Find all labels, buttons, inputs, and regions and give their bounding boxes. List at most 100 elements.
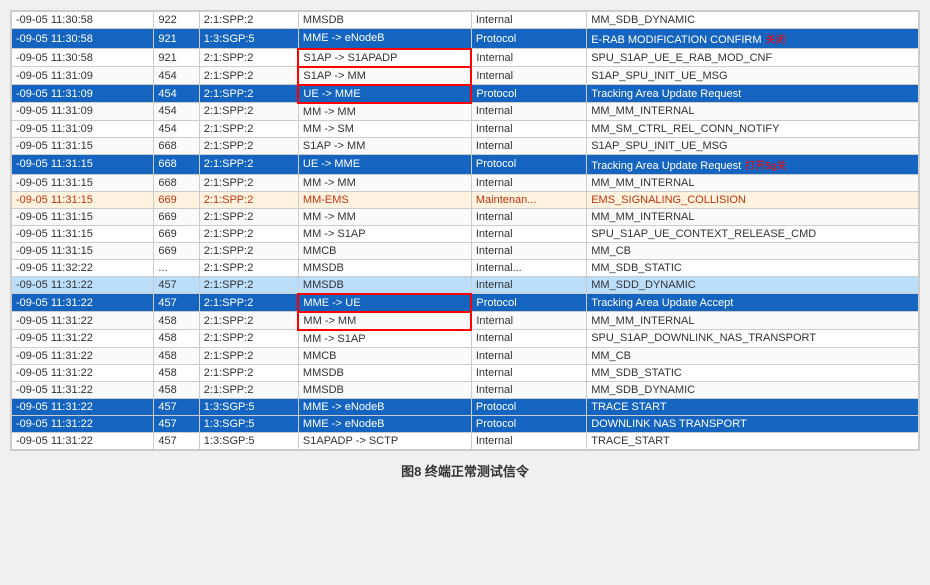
table-row: -09-05 11:31:224582:1:SPP:2MMSDBInternal… xyxy=(12,381,919,398)
cell-node: 2:1:SPP:2 xyxy=(199,208,298,225)
cell-from: S1AP -> MM xyxy=(298,137,471,154)
table-row: -09-05 11:30:589212:1:SPP:2S1AP -> S1APA… xyxy=(12,49,919,67)
cell-type: Internal xyxy=(471,103,586,121)
cell-from: MM -> SM xyxy=(298,120,471,137)
cell-from: MMSDB xyxy=(298,381,471,398)
cell-from: MMSDB xyxy=(298,364,471,381)
cell-node: 2:1:SPP:2 xyxy=(199,276,298,294)
cell-type: Protocol xyxy=(471,415,586,432)
table-row: -09-05 11:31:094542:1:SPP:2MM -> SMInter… xyxy=(12,120,919,137)
cell-time: -09-05 11:31:22 xyxy=(12,364,154,381)
cell-msg: MM_MM_INTERNAL xyxy=(587,208,919,225)
table-row: -09-05 11:31:156692:1:SPP:2MMCBInternalM… xyxy=(12,242,919,259)
table-row: -09-05 11:31:094542:1:SPP:2UE -> MMEProt… xyxy=(12,85,919,103)
cell-id: 454 xyxy=(154,103,199,121)
cell-id: 458 xyxy=(154,381,199,398)
table-row: -09-05 11:31:224582:1:SPP:2MMSDBInternal… xyxy=(12,364,919,381)
table-row: -09-05 11:31:156692:1:SPP:2MM-EMSMainten… xyxy=(12,191,919,208)
cell-msg: TRACE_START xyxy=(587,432,919,449)
cell-node: 2:1:SPP:2 xyxy=(199,225,298,242)
cell-from: S1AP -> MM xyxy=(298,67,471,85)
cell-msg: SPU_S1AP_UE_CONTEXT_RELEASE_CMD xyxy=(587,225,919,242)
table-row: -09-05 11:31:224571:3:SGP:5MME -> eNodeB… xyxy=(12,415,919,432)
cell-type: Internal xyxy=(471,49,586,67)
cell-type: Internal xyxy=(471,67,586,85)
cell-id: 668 xyxy=(154,137,199,154)
cell-id: 669 xyxy=(154,208,199,225)
cell-id: 921 xyxy=(154,29,199,49)
cell-from: S1AP -> S1APADP xyxy=(298,49,471,67)
cell-msg: MM_CB xyxy=(587,242,919,259)
table-row: -09-05 11:31:094542:1:SPP:2MM -> MMInter… xyxy=(12,103,919,121)
cell-time: -09-05 11:31:15 xyxy=(12,137,154,154)
cell-from: MM -> S1AP xyxy=(298,330,471,348)
cell-node: 2:1:SPP:2 xyxy=(199,67,298,85)
cell-type: Internal xyxy=(471,12,586,29)
cell-id: 669 xyxy=(154,191,199,208)
cell-type: Maintenan... xyxy=(471,191,586,208)
cell-type: Protocol xyxy=(471,294,586,312)
cell-from: MMSDB xyxy=(298,259,471,276)
cell-node: 2:1:SPP:2 xyxy=(199,364,298,381)
cell-msg: MM_MM_INTERNAL xyxy=(587,312,919,330)
cell-id: 922 xyxy=(154,12,199,29)
cell-id: 458 xyxy=(154,364,199,381)
cell-time: -09-05 11:31:22 xyxy=(12,347,154,364)
cell-type: Internal xyxy=(471,330,586,348)
cell-id: 458 xyxy=(154,330,199,348)
cell-time: -09-05 11:31:22 xyxy=(12,294,154,312)
table-row: -09-05 11:31:224582:1:SPP:2MM -> S1APInt… xyxy=(12,330,919,348)
cell-msg: TRACE START xyxy=(587,398,919,415)
cell-node: 2:1:SPP:2 xyxy=(199,12,298,29)
cell-id: 458 xyxy=(154,312,199,330)
table-row: -09-05 11:31:224572:1:SPP:2MME -> UEProt… xyxy=(12,294,919,312)
cell-node: 2:1:SPP:2 xyxy=(199,347,298,364)
cell-type: Internal xyxy=(471,208,586,225)
table-row: -09-05 11:30:589211:3:SGP:5MME -> eNodeB… xyxy=(12,29,919,49)
cell-msg: EMS_SIGNALING_COLLISION xyxy=(587,191,919,208)
cell-node: 1:3:SGP:5 xyxy=(199,398,298,415)
cell-node: 2:1:SPP:2 xyxy=(199,174,298,191)
cell-msg: MM_SDB_DYNAMIC xyxy=(587,381,919,398)
table-row: -09-05 11:31:094542:1:SPP:2S1AP -> MMInt… xyxy=(12,67,919,85)
cell-node: 2:1:SPP:2 xyxy=(199,259,298,276)
cell-time: -09-05 11:31:09 xyxy=(12,67,154,85)
cell-from: MM -> MM xyxy=(298,174,471,191)
cell-type: Internal xyxy=(471,225,586,242)
cell-id: 457 xyxy=(154,432,199,449)
table-row: -09-05 11:32:22...2:1:SPP:2MMSDBInternal… xyxy=(12,259,919,276)
cell-id: 457 xyxy=(154,276,199,294)
cell-id: 457 xyxy=(154,294,199,312)
cell-type: Internal xyxy=(471,364,586,381)
table-row: -09-05 11:31:224571:3:SGP:5S1APADP -> SC… xyxy=(12,432,919,449)
cell-node: 2:1:SPP:2 xyxy=(199,330,298,348)
cell-msg: MM_SDB_DYNAMIC xyxy=(587,12,919,29)
cell-id: 454 xyxy=(154,67,199,85)
cell-time: -09-05 11:31:15 xyxy=(12,191,154,208)
cell-id: 668 xyxy=(154,154,199,174)
cell-msg: Tracking Area Update Request xyxy=(587,85,919,103)
cell-type: Protocol xyxy=(471,398,586,415)
cell-from: MM -> MM xyxy=(298,312,471,330)
cell-id: 457 xyxy=(154,415,199,432)
cell-time: -09-05 11:31:22 xyxy=(12,415,154,432)
cell-type: Internal xyxy=(471,120,586,137)
cell-type: Internal xyxy=(471,432,586,449)
cell-time: -09-05 11:31:15 xyxy=(12,174,154,191)
cell-time: -09-05 11:32:22 xyxy=(12,259,154,276)
cell-time: -09-05 11:31:15 xyxy=(12,225,154,242)
cell-id: 669 xyxy=(154,225,199,242)
table-row: -09-05 11:31:224582:1:SPP:2MMCBInternalM… xyxy=(12,347,919,364)
cell-node: 2:1:SPP:2 xyxy=(199,137,298,154)
cell-from: UE -> MME xyxy=(298,154,471,174)
cell-time: -09-05 11:31:22 xyxy=(12,276,154,294)
cell-msg: Tracking Area Update Accept xyxy=(587,294,919,312)
cell-from: MMSDB xyxy=(298,276,471,294)
cell-msg: SPU_S1AP_DOWNLINK_NAS_TRANSPORT xyxy=(587,330,919,348)
table-row: -09-05 11:31:156682:1:SPP:2MM -> MMInter… xyxy=(12,174,919,191)
cell-time: -09-05 11:31:09 xyxy=(12,85,154,103)
cell-msg: DOWNLINK NAS TRANSPORT xyxy=(587,415,919,432)
cell-msg: SPU_S1AP_UE_E_RAB_MOD_CNF xyxy=(587,49,919,67)
cell-id: 457 xyxy=(154,398,199,415)
cell-from: MM -> MM xyxy=(298,208,471,225)
